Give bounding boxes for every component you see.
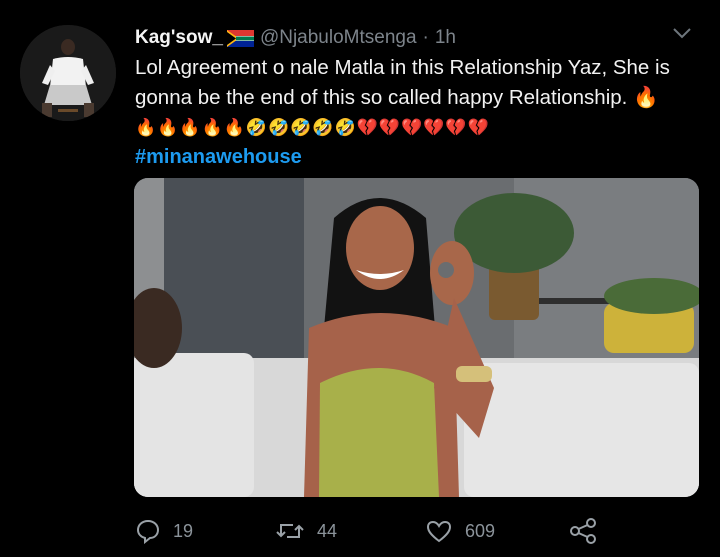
tweet-text: Lol Agreement o nale Matla in this Relat… xyxy=(135,53,700,143)
tweet-header: Kag'sow_ @NjabuloMtsenga · 1h xyxy=(135,24,700,52)
tweet: Kag'sow_ @NjabuloMtsenga · 1h Lol Agreem… xyxy=(0,0,720,557)
share-icon xyxy=(570,518,596,544)
like-count: 609 xyxy=(465,520,496,541)
tweet-actions: 19 44 609 xyxy=(135,515,700,547)
reply-button[interactable]: 19 xyxy=(135,515,193,547)
user-handle[interactable]: @NjabuloMtsenga xyxy=(260,27,417,49)
display-name[interactable]: Kag'sow_ xyxy=(135,27,223,49)
tweet-content: Kag'sow_ @NjabuloMtsenga · 1h Lol Agreem… xyxy=(135,24,700,171)
like-icon xyxy=(426,520,452,543)
retweet-button[interactable]: 44 xyxy=(275,515,337,547)
avatar[interactable] xyxy=(20,25,116,121)
hashtag-link[interactable]: #minanawehouse xyxy=(135,143,700,171)
timestamp[interactable]: 1h xyxy=(435,27,456,49)
separator-dot: · xyxy=(422,27,429,48)
south-africa-flag-icon xyxy=(226,29,254,47)
reply-count: 19 xyxy=(173,520,194,541)
reply-icon xyxy=(136,519,160,544)
tweet-media-image[interactable] xyxy=(134,178,699,497)
retweet-icon xyxy=(276,524,304,538)
share-button[interactable] xyxy=(568,515,610,547)
retweet-count: 44 xyxy=(317,520,338,541)
tweet-text-line: Lol Agreement o nale Matla in this Relat… xyxy=(135,56,670,109)
tweet-emoji-line: 🔥🔥🔥🔥🔥🤣🤣🤣🤣🤣💔💔💔💔💔💔 xyxy=(135,118,490,138)
chevron-down-icon[interactable] xyxy=(672,26,692,40)
like-button[interactable]: 609 xyxy=(425,515,495,547)
